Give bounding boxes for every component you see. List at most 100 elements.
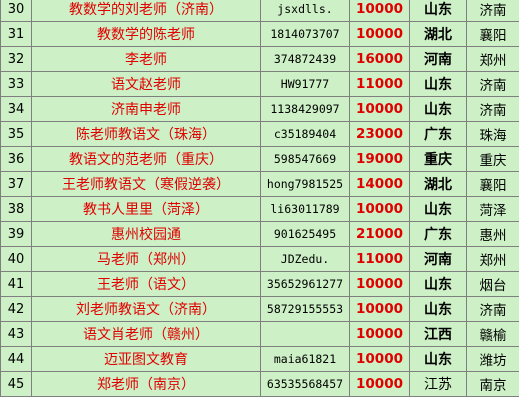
city-cell[interactable]: 济南	[466, 0, 519, 22]
province-cell[interactable]: 山东	[409, 346, 467, 372]
account-cell[interactable]: 63535568457	[260, 371, 350, 397]
name-cell[interactable]: 语文肖老师（赣州）	[31, 321, 261, 347]
province-cell[interactable]: 河南	[409, 246, 467, 272]
province-cell[interactable]: 山东	[409, 71, 467, 97]
city-cell[interactable]: 菏泽	[466, 196, 519, 222]
province-cell[interactable]: 山东	[409, 96, 467, 122]
amount-cell[interactable]: 11000	[349, 246, 410, 272]
city-cell[interactable]: 重庆	[466, 146, 519, 172]
province-cell[interactable]: 河南	[409, 46, 467, 72]
amount-cell[interactable]: 10000	[349, 296, 410, 322]
account-cell[interactable]: maia61821	[260, 346, 350, 372]
province-cell[interactable]: 山东	[409, 271, 467, 297]
province-cell[interactable]: 山东	[409, 0, 467, 22]
row-number-cell[interactable]: 34	[0, 96, 32, 122]
account-cell[interactable]: 35652961277	[260, 271, 350, 297]
city-cell[interactable]: 珠海	[466, 121, 519, 147]
name-cell[interactable]: 迈亚图文教育	[31, 346, 261, 372]
amount-cell[interactable]: 19000	[349, 146, 410, 172]
account-cell[interactable]: c35189404	[260, 121, 350, 147]
name-cell[interactable]: 李老师	[31, 46, 261, 72]
table-row: 34 济南申老师 1138429097 10000 山东 济南	[0, 96, 519, 122]
city-cell[interactable]: 郑州	[466, 46, 519, 72]
account-cell[interactable]: li63011789	[260, 196, 350, 222]
amount-cell[interactable]: 10000	[349, 196, 410, 222]
province-cell[interactable]: 山东	[409, 196, 467, 222]
row-number-cell[interactable]: 40	[0, 246, 32, 272]
row-number-cell[interactable]: 43	[0, 321, 32, 347]
table-row: 37 王老师教语文（寒假逆袭） hong7981525 14000 湖北 襄阳	[0, 171, 519, 197]
table-row: 38 教书人里里（菏泽） li63011789 10000 山东 菏泽	[0, 196, 519, 222]
province-cell[interactable]: 广东	[409, 221, 467, 247]
name-cell[interactable]: 教书人里里（菏泽）	[31, 196, 261, 222]
name-cell[interactable]: 教数学的陈老师	[31, 21, 261, 47]
name-cell[interactable]: 教数学的刘老师（济南）	[31, 0, 261, 22]
province-cell[interactable]: 重庆	[409, 146, 467, 172]
city-cell[interactable]: 赣榆	[466, 321, 519, 347]
amount-cell[interactable]: 16000	[349, 46, 410, 72]
city-cell[interactable]: 南京	[466, 371, 519, 397]
row-number-cell[interactable]: 33	[0, 71, 32, 97]
amount-cell[interactable]: 10000	[349, 0, 410, 22]
name-cell[interactable]: 陈老师教语文（珠海）	[31, 121, 261, 147]
city-cell[interactable]: 济南	[466, 296, 519, 322]
province-cell[interactable]: 江西	[409, 321, 467, 347]
row-number-cell[interactable]: 45	[0, 371, 32, 397]
account-cell[interactable]: 1814073707	[260, 21, 350, 47]
province-cell[interactable]: 湖北	[409, 21, 467, 47]
account-cell[interactable]: jsxdlls.	[260, 0, 350, 22]
amount-cell[interactable]: 10000	[349, 271, 410, 297]
name-cell[interactable]: 教语文的范老师（重庆）	[31, 146, 261, 172]
row-number-cell[interactable]: 35	[0, 121, 32, 147]
city-cell[interactable]: 襄阳	[466, 21, 519, 47]
account-cell[interactable]	[260, 321, 350, 347]
amount-cell[interactable]: 21000	[349, 221, 410, 247]
amount-cell[interactable]: 14000	[349, 171, 410, 197]
amount-cell[interactable]: 11000	[349, 71, 410, 97]
name-cell[interactable]: 郑老师（南京）	[31, 371, 261, 397]
account-cell[interactable]: hong7981525	[260, 171, 350, 197]
account-cell[interactable]: 598547669	[260, 146, 350, 172]
province-cell[interactable]: 湖北	[409, 171, 467, 197]
amount-cell[interactable]: 10000	[349, 21, 410, 47]
row-number-cell[interactable]: 32	[0, 46, 32, 72]
row-number-cell[interactable]: 42	[0, 296, 32, 322]
name-cell[interactable]: 刘老师教语文（济南）	[31, 296, 261, 322]
row-number-cell[interactable]: 38	[0, 196, 32, 222]
table-row: 45 郑老师（南京） 63535568457 10000 江苏 南京	[0, 371, 519, 397]
amount-cell[interactable]: 10000	[349, 321, 410, 347]
province-cell[interactable]: 山东	[409, 296, 467, 322]
city-cell[interactable]: 济南	[466, 96, 519, 122]
account-cell[interactable]: 1138429097	[260, 96, 350, 122]
amount-cell[interactable]: 10000	[349, 96, 410, 122]
row-number-cell[interactable]: 37	[0, 171, 32, 197]
province-cell[interactable]: 广东	[409, 121, 467, 147]
name-cell[interactable]: 济南申老师	[31, 96, 261, 122]
row-number-cell[interactable]: 36	[0, 146, 32, 172]
city-cell[interactable]: 烟台	[466, 271, 519, 297]
row-number-cell[interactable]: 41	[0, 271, 32, 297]
province-cell[interactable]: 江苏	[409, 371, 467, 397]
row-number-cell[interactable]: 30	[0, 0, 32, 22]
account-cell[interactable]: 374872439	[260, 46, 350, 72]
city-cell[interactable]: 郑州	[466, 246, 519, 272]
city-cell[interactable]: 济南	[466, 71, 519, 97]
account-cell[interactable]: 58729155553	[260, 296, 350, 322]
name-cell[interactable]: 王老师教语文（寒假逆袭）	[31, 171, 261, 197]
amount-cell[interactable]: 23000	[349, 121, 410, 147]
city-cell[interactable]: 潍坊	[466, 346, 519, 372]
city-cell[interactable]: 惠州	[466, 221, 519, 247]
account-cell[interactable]: 901625495	[260, 221, 350, 247]
row-number-cell[interactable]: 44	[0, 346, 32, 372]
name-cell[interactable]: 马老师（郑州）	[31, 246, 261, 272]
amount-cell[interactable]: 10000	[349, 371, 410, 397]
account-cell[interactable]: JDZedu.	[260, 246, 350, 272]
name-cell[interactable]: 惠州校园通	[31, 221, 261, 247]
amount-cell[interactable]: 10000	[349, 346, 410, 372]
account-cell[interactable]: HW91777	[260, 71, 350, 97]
row-number-cell[interactable]: 31	[0, 21, 32, 47]
city-cell[interactable]: 襄阳	[466, 171, 519, 197]
name-cell[interactable]: 语文赵老师	[31, 71, 261, 97]
row-number-cell[interactable]: 39	[0, 221, 32, 247]
name-cell[interactable]: 王老师（语文）	[31, 271, 261, 297]
